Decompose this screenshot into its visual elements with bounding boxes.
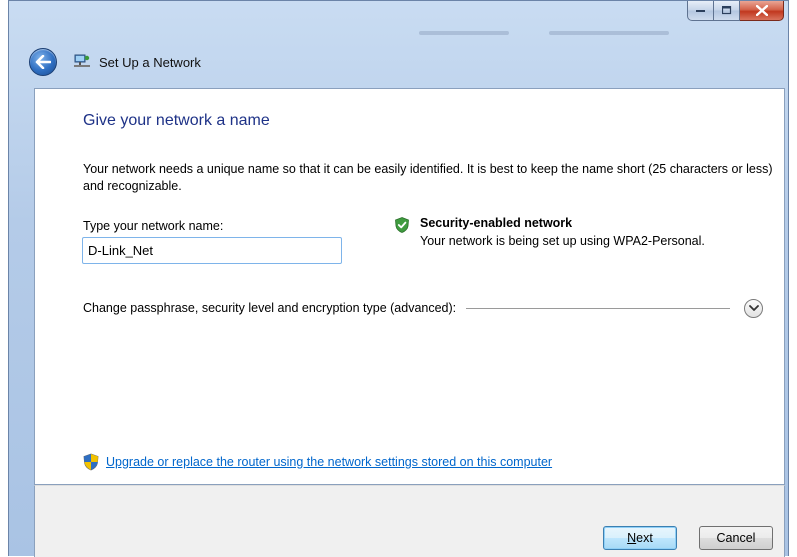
maximize-icon [721, 6, 731, 15]
divider-line [466, 307, 730, 309]
window-title: Set Up a Network [99, 54, 201, 70]
maximize-button[interactable] [714, 1, 740, 21]
page-description: Your network needs a unique name so that… [83, 162, 773, 193]
minimize-button[interactable] [687, 1, 714, 21]
back-button[interactable] [29, 48, 57, 76]
advanced-options-label: Change passphrase, security level and en… [83, 301, 457, 315]
navigation-bar: Set Up a Network [29, 47, 201, 77]
shield-check-icon [395, 217, 409, 233]
next-label-rest: ext [636, 531, 653, 545]
glass-streak [419, 31, 509, 35]
cancel-button[interactable]: Cancel [699, 526, 773, 550]
close-button[interactable] [740, 1, 784, 21]
advanced-options-row: Change passphrase, security level and en… [83, 297, 763, 319]
upgrade-router-row: Upgrade or replace the router using the … [82, 453, 552, 471]
minimize-icon [695, 9, 705, 12]
button-bar: Next Cancel [34, 485, 785, 557]
back-arrow-icon [35, 55, 51, 69]
uac-shield-icon [83, 453, 99, 471]
content-area: Give your network a name Your network ne… [34, 88, 785, 485]
caption-buttons [687, 1, 784, 21]
security-subtitle: Your network is being set up using WPA2-… [420, 234, 705, 248]
security-title: Security-enabled network [420, 216, 573, 230]
close-icon [755, 5, 768, 16]
upgrade-router-link[interactable]: Upgrade or replace the router using the … [106, 455, 552, 469]
network-icon [74, 54, 90, 67]
next-button[interactable]: Next [603, 526, 677, 550]
expand-advanced-button[interactable] [744, 298, 763, 318]
setup-network-window: Set Up a Network Give your network a nam… [8, 0, 789, 557]
network-name-label: Type your network name: [83, 219, 224, 233]
page-heading: Give your network a name [83, 112, 270, 129]
glass-streak [549, 31, 669, 35]
chevron-down-icon [748, 304, 759, 311]
network-name-input[interactable] [82, 237, 342, 264]
next-mnemonic: N [627, 531, 637, 545]
